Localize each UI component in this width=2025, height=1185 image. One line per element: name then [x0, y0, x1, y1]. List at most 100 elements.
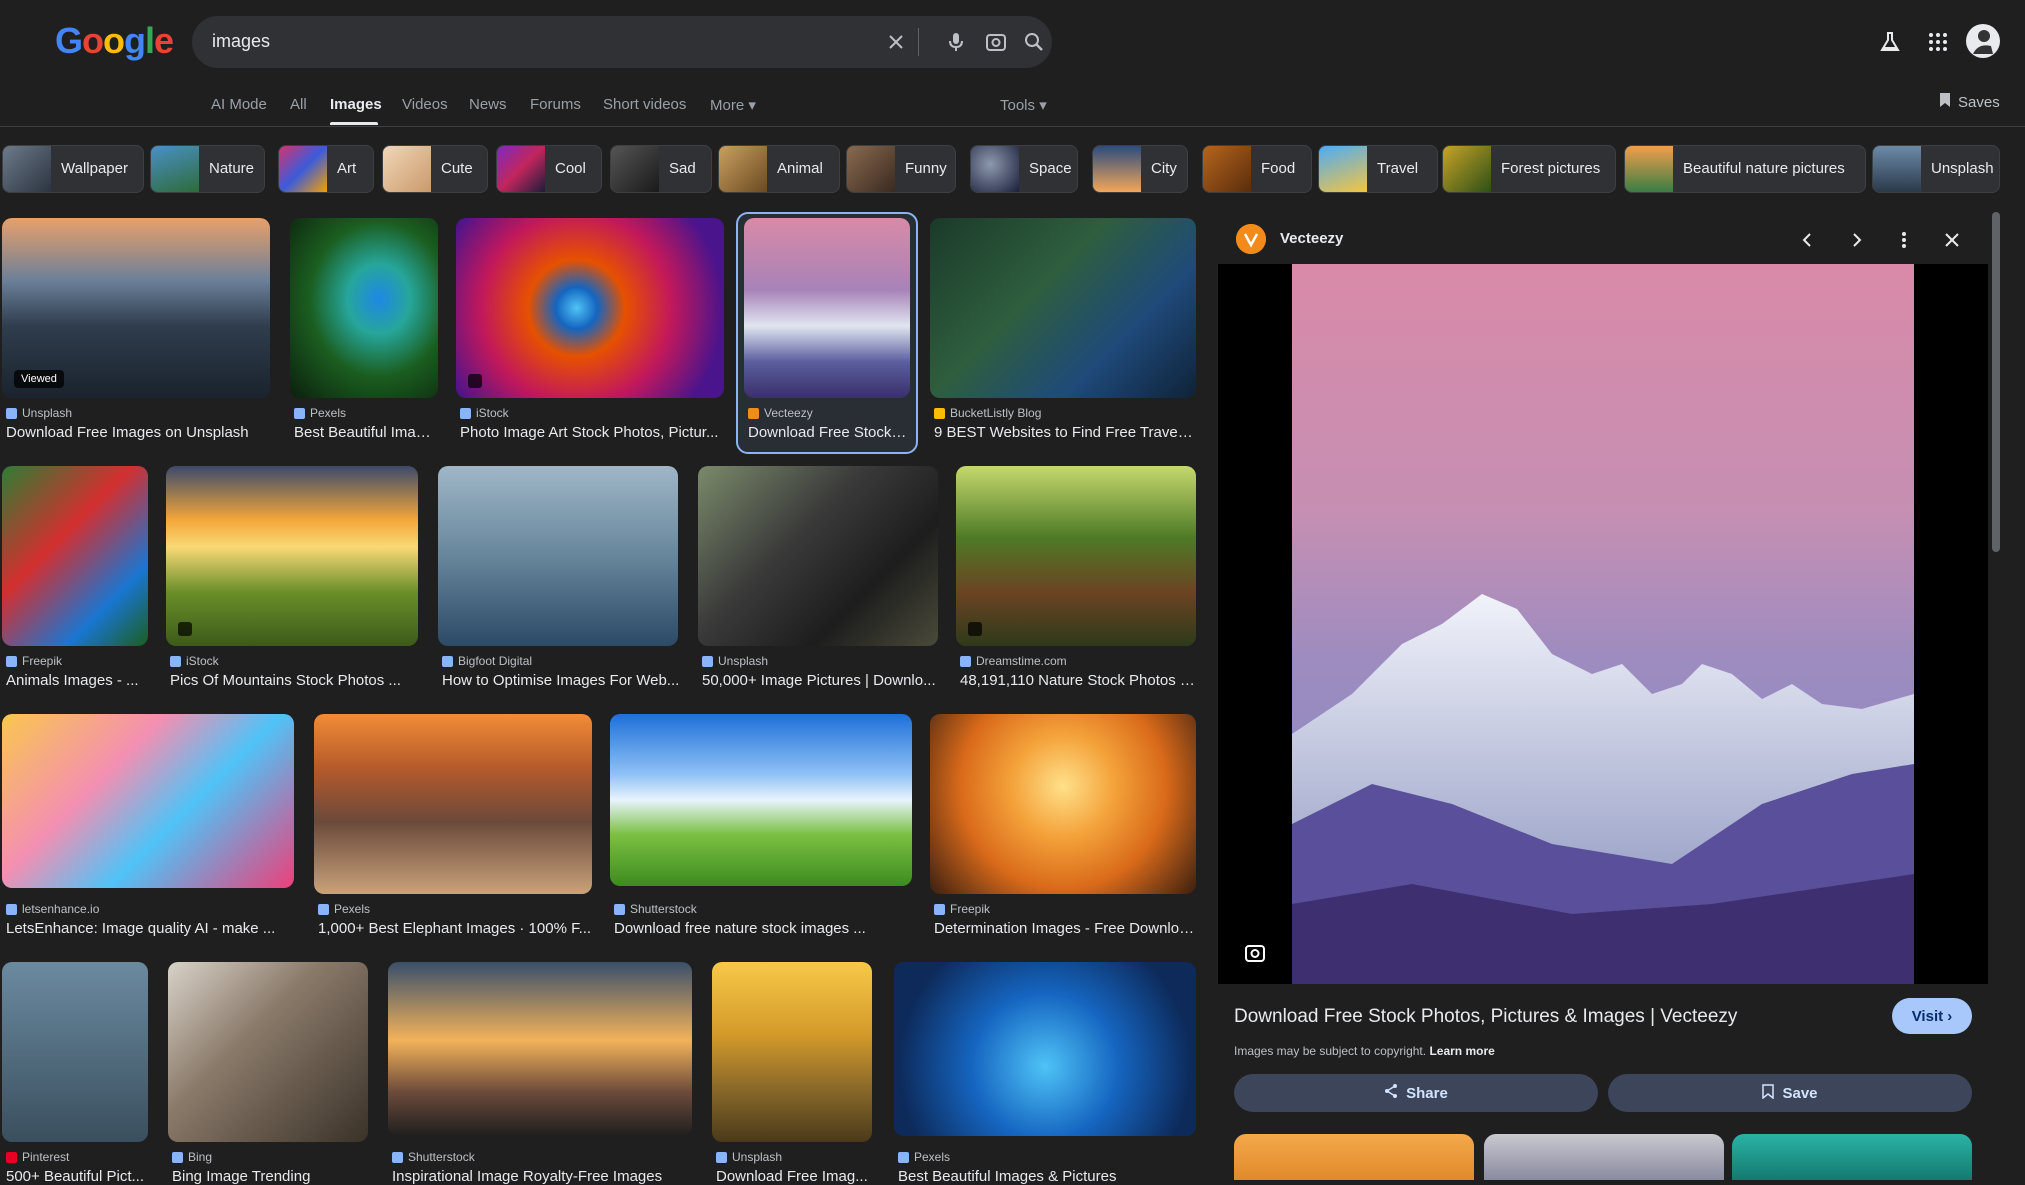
chip-food[interactable]: Food — [1202, 145, 1312, 193]
google-lens-icon[interactable] — [982, 28, 1010, 56]
panel-title[interactable]: Download Free Stock Photos, Pictures & I… — [1234, 1006, 1737, 1028]
result-title[interactable]: Best Beautiful Images & Pictures — [898, 1168, 1196, 1185]
result-image[interactable] — [438, 466, 678, 646]
result-title[interactable]: 48,191,110 Nature Stock Photos -... — [960, 672, 1196, 689]
result-title[interactable]: Download free nature stock images ... — [614, 920, 910, 937]
chip-cool[interactable]: Cool — [496, 145, 602, 193]
result-title[interactable]: Pics Of Mountains Stock Photos ... — [170, 672, 418, 689]
panel-source-name[interactable]: Vecteezy — [1280, 230, 1343, 247]
result-title[interactable]: Photo Image Art Stock Photos, Pictur... — [460, 424, 722, 441]
learn-more-link[interactable]: Learn more — [1429, 1044, 1494, 1058]
result-source[interactable]: Bigfoot Digital — [442, 654, 532, 668]
more-options-icon[interactable] — [1888, 224, 1920, 256]
result-image[interactable] — [610, 714, 912, 886]
result-image[interactable] — [744, 218, 910, 398]
chevron-left-icon[interactable] — [1792, 224, 1824, 256]
result-title[interactable]: Animals Images - ... — [6, 672, 146, 689]
result-source[interactable]: Unsplash — [716, 1150, 782, 1164]
result-source[interactable]: Pinterest — [6, 1150, 69, 1164]
search-icon[interactable] — [1020, 28, 1048, 56]
result-title[interactable]: 500+ Beautiful Pict... — [6, 1168, 146, 1185]
result-image[interactable] — [894, 962, 1196, 1136]
related-image[interactable] — [1732, 1134, 1972, 1180]
tab-forums[interactable]: Forums — [530, 96, 581, 113]
tab-news[interactable]: News — [469, 96, 507, 113]
panel-scrollbar[interactable] — [1992, 212, 2000, 552]
chip-city[interactable]: City — [1092, 145, 1188, 193]
result-title[interactable]: Bing Image Trending — [172, 1168, 368, 1185]
result-image[interactable] — [168, 962, 368, 1142]
result-image[interactable] — [314, 714, 592, 894]
result-image[interactable] — [388, 962, 692, 1136]
result-source[interactable]: Vecteezy — [748, 406, 813, 420]
preview-image[interactable] — [1292, 264, 1914, 984]
result-source[interactable]: Unsplash — [702, 654, 768, 668]
chip-sad[interactable]: Sad — [610, 145, 712, 193]
share-button[interactable]: Share — [1234, 1074, 1598, 1112]
result-image[interactable] — [2, 962, 148, 1142]
result-title[interactable]: Inspirational Image Royalty-Free Images — [392, 1168, 692, 1185]
result-image[interactable]: Viewed — [2, 218, 270, 398]
chip-beautiful-nature-pictures[interactable]: Beautiful nature pictures — [1624, 145, 1866, 193]
result-source[interactable]: iStock — [460, 406, 509, 420]
chip-forest-pictures[interactable]: Forest pictures — [1442, 145, 1616, 193]
chip-wallpaper[interactable]: Wallpaper — [2, 145, 144, 193]
chip-nature[interactable]: Nature — [150, 145, 265, 193]
chip-travel[interactable]: Travel — [1318, 145, 1438, 193]
apps-grid-icon[interactable] — [1922, 26, 1954, 58]
microphone-icon[interactable] — [942, 28, 970, 56]
result-source[interactable]: Freepik — [934, 902, 990, 916]
result-source[interactable]: Freepik — [6, 654, 62, 668]
search-input[interactable]: images — [212, 31, 270, 52]
chip-cute[interactable]: Cute — [382, 145, 488, 193]
result-image[interactable] — [930, 218, 1196, 398]
search-box[interactable]: images — [192, 16, 1052, 68]
result-title[interactable]: Download Free Imag... — [716, 1168, 872, 1185]
chip-space[interactable]: Space — [970, 145, 1078, 193]
result-source[interactable]: Dreamstime.com — [960, 654, 1067, 668]
result-image[interactable] — [456, 218, 724, 398]
tab-videos[interactable]: Videos — [402, 96, 448, 113]
result-source[interactable]: Unsplash — [6, 406, 72, 420]
result-image[interactable] — [166, 466, 418, 646]
result-image[interactable] — [698, 466, 938, 646]
result-image[interactable] — [2, 466, 148, 646]
result-title[interactable]: 50,000+ Image Pictures | Downlo... — [702, 672, 938, 689]
saves-button[interactable]: Saves — [1938, 92, 2000, 112]
clear-icon[interactable] — [882, 28, 910, 56]
google-logo[interactable]: Google — [55, 20, 174, 62]
tools-button[interactable]: Tools ▾ — [1000, 96, 1047, 114]
save-button[interactable]: Save — [1608, 1074, 1972, 1112]
result-title[interactable]: Determination Images - Free Downloa... — [934, 920, 1196, 937]
result-image[interactable] — [2, 714, 294, 888]
result-image[interactable] — [712, 962, 872, 1142]
result-title[interactable]: 9 BEST Websites to Find Free Travel ... — [934, 424, 1196, 441]
tab-ai-mode[interactable]: AI Mode — [211, 96, 267, 113]
result-source[interactable]: Shutterstock — [614, 902, 697, 916]
result-title[interactable]: Download Free Stock ... — [748, 424, 908, 441]
result-title[interactable]: 1,000+ Best Elephant Images · 100% F... — [318, 920, 592, 937]
result-title[interactable]: Best Beautiful Imag... — [294, 424, 436, 441]
related-image[interactable] — [1234, 1134, 1474, 1180]
tab-all[interactable]: All — [290, 96, 307, 113]
chip-animal[interactable]: Animal — [718, 145, 840, 193]
chevron-right-icon[interactable] — [1840, 224, 1872, 256]
related-image[interactable] — [1484, 1134, 1724, 1180]
chip-funny[interactable]: Funny — [846, 145, 956, 193]
result-source[interactable]: Pexels — [898, 1150, 950, 1164]
result-source[interactable]: Bing — [172, 1150, 212, 1164]
result-source[interactable]: letsenhance.io — [6, 902, 99, 916]
chip-art[interactable]: Art — [278, 145, 374, 193]
result-title[interactable]: LetsEnhance: Image quality AI - make ... — [6, 920, 294, 937]
result-source[interactable]: iStock — [170, 654, 219, 668]
visit-button[interactable]: Visit › — [1892, 998, 1972, 1034]
search-inside-image-icon[interactable] — [1240, 938, 1270, 968]
tab-more[interactable]: More ▾ — [710, 96, 756, 114]
result-image[interactable] — [930, 714, 1196, 894]
account-avatar[interactable] — [1966, 24, 2000, 58]
result-title[interactable]: Download Free Images on Unsplash — [6, 424, 268, 441]
result-source[interactable]: Shutterstock — [392, 1150, 475, 1164]
result-image[interactable] — [956, 466, 1196, 646]
result-image[interactable] — [290, 218, 438, 398]
labs-flask-icon[interactable] — [1874, 26, 1906, 58]
